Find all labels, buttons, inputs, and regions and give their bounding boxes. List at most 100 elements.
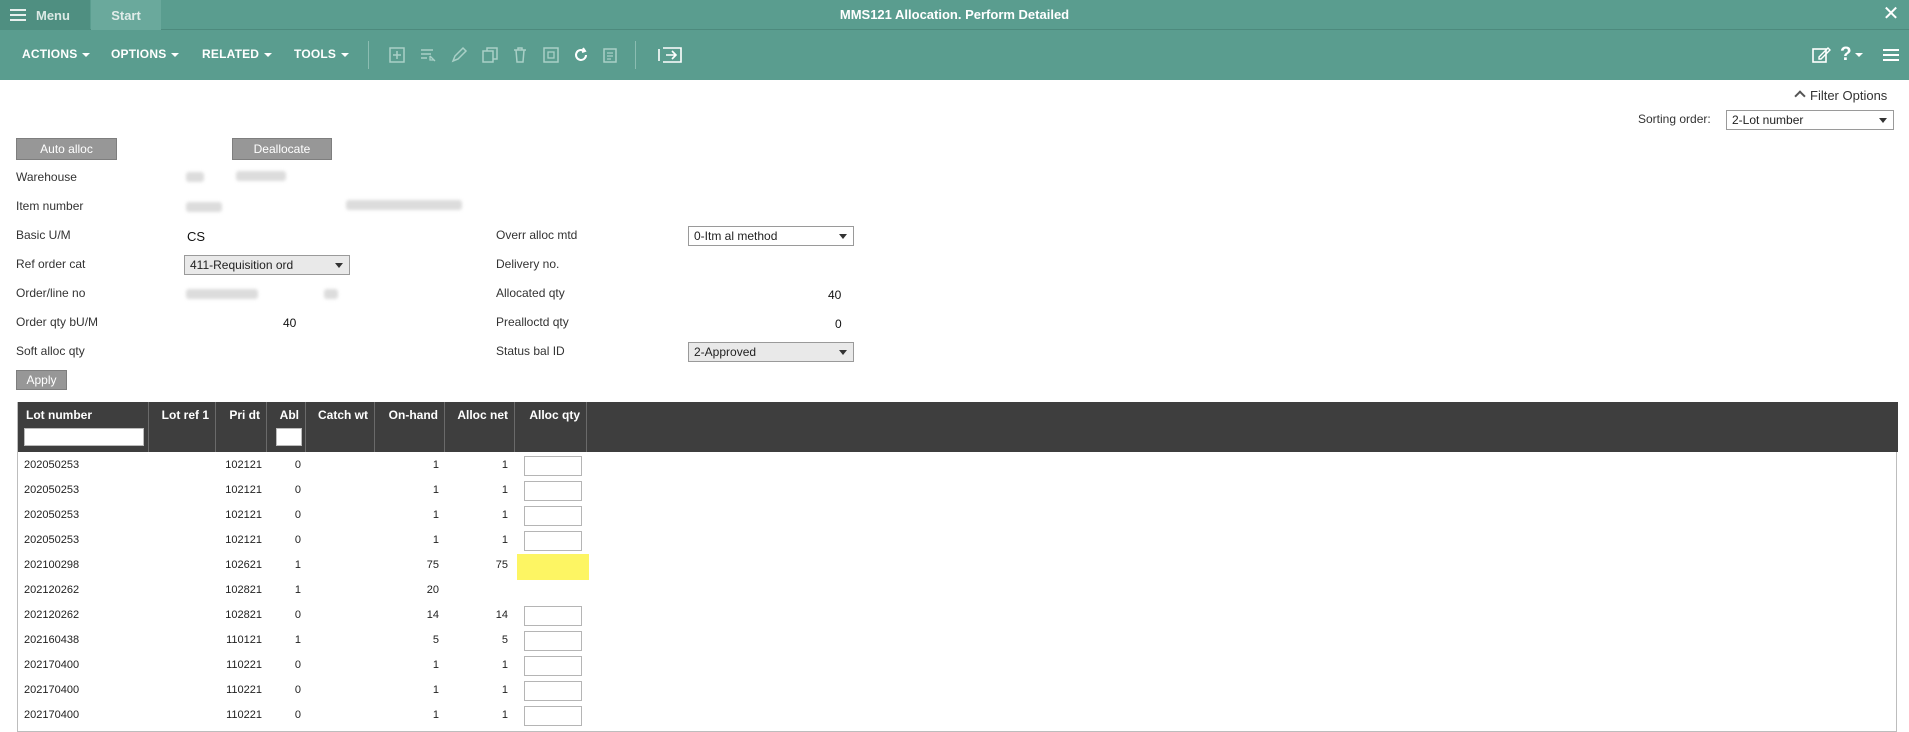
cell-alloc-net: 1 bbox=[501, 509, 508, 521]
order-qty-label: Order qty bU/M bbox=[16, 315, 99, 329]
alloc-qty-input[interactable] bbox=[524, 531, 582, 551]
cell-on-hand: 1 bbox=[432, 684, 439, 696]
table-row[interactable]: 202050253 102121 0 1 1 bbox=[18, 528, 1898, 553]
table-row[interactable]: 202170400 110221 0 1 1 bbox=[18, 653, 1898, 678]
column-alloc-qty[interactable]: Alloc qty bbox=[515, 402, 587, 452]
cell-on-hand: 1 bbox=[432, 509, 439, 521]
deallocate-button[interactable]: Deallocate bbox=[232, 138, 332, 160]
column-alloc-net[interactable]: Alloc net bbox=[445, 402, 515, 452]
tools-menu-label: TOOLS bbox=[294, 47, 337, 61]
ref-order-cat-select[interactable]: 411-Requisition ord bbox=[184, 255, 350, 275]
cell-alloc-net: 1 bbox=[501, 534, 508, 546]
redacted-value bbox=[186, 172, 204, 182]
tab-start[interactable]: Start bbox=[91, 0, 161, 30]
basic-um-value: CS bbox=[187, 229, 206, 244]
cell-on-hand: 20 bbox=[426, 584, 439, 596]
alloc-qty-input[interactable] bbox=[524, 481, 582, 501]
alloc-qty-input-active[interactable] bbox=[517, 554, 589, 580]
close-icon[interactable]: ✕ bbox=[1881, 4, 1901, 24]
cell-pri-dt: 102121 bbox=[225, 534, 262, 546]
sorting-order-value: 2-Lot number bbox=[1732, 113, 1804, 127]
help-icon[interactable]: ? bbox=[1840, 44, 1870, 66]
table-row[interactable]: 202170400 110221 0 1 1 bbox=[18, 678, 1898, 703]
apply-button[interactable]: Apply bbox=[16, 370, 67, 390]
alloc-qty-input[interactable] bbox=[524, 456, 582, 476]
cell-lot-number: 202050253 bbox=[24, 484, 80, 496]
export-icon[interactable] bbox=[657, 46, 685, 64]
delivery-label: Delivery no. bbox=[496, 257, 560, 271]
menu-label: Menu bbox=[36, 7, 70, 23]
column-on-hand[interactable]: On-hand bbox=[375, 402, 445, 452]
actions-menu[interactable]: ACTIONS bbox=[22, 47, 91, 61]
filter-options-toggle[interactable]: Filter Options bbox=[1794, 88, 1888, 103]
ref-order-cat-label: Ref order cat bbox=[16, 257, 86, 271]
ref-order-cat-value: 411-Requisition ord bbox=[190, 258, 294, 272]
tools-menu[interactable]: TOOLS bbox=[294, 47, 350, 61]
cell-abl: 1 bbox=[294, 559, 301, 571]
table-row[interactable]: 202050253 102121 0 1 1 bbox=[18, 478, 1898, 503]
sorting-order-label: Sorting order: bbox=[1638, 112, 1711, 126]
cell-alloc-net: 14 bbox=[495, 609, 508, 621]
status-bal-label: Status bal ID bbox=[496, 344, 565, 358]
related-menu[interactable]: RELATED bbox=[202, 47, 273, 61]
redacted-value bbox=[186, 202, 222, 212]
cell-pri-dt: 110121 bbox=[226, 634, 262, 646]
allocation-grid: Lot number Lot ref 1 Pri dt Abl Catch wt… bbox=[17, 402, 1898, 732]
auto-alloc-button[interactable]: Auto alloc bbox=[16, 138, 117, 160]
cell-abl: 1 bbox=[294, 634, 301, 646]
table-row[interactable]: 202050253 102121 0 1 1 bbox=[18, 453, 1898, 478]
copy-icon[interactable] bbox=[481, 46, 499, 64]
title-bar: Menu Start MMS121 Allocation. Perform De… bbox=[0, 0, 1909, 30]
table-row[interactable]: 202170400 110221 0 1 1 bbox=[18, 703, 1898, 728]
hamburger-icon bbox=[10, 9, 26, 21]
toolbar-divider bbox=[635, 41, 636, 69]
sorting-order-select[interactable]: 2-Lot number bbox=[1726, 110, 1894, 130]
alloc-qty-input[interactable] bbox=[524, 631, 582, 651]
alloc-qty-input[interactable] bbox=[524, 681, 582, 701]
column-pri-dt[interactable]: Pri dt bbox=[216, 402, 267, 452]
menu-button[interactable]: Menu bbox=[0, 0, 90, 30]
delete-icon[interactable] bbox=[511, 46, 529, 64]
lot-number-filter-input[interactable] bbox=[24, 428, 144, 446]
overr-alloc-value: 0-Itm al method bbox=[694, 229, 778, 243]
new-icon[interactable] bbox=[388, 46, 406, 64]
table-row[interactable]: 202050253 102121 0 1 1 bbox=[18, 503, 1898, 528]
more-menu-icon[interactable] bbox=[1880, 44, 1902, 66]
table-row[interactable]: 202100298 102621 1 75 75 bbox=[18, 553, 1898, 580]
redacted-value bbox=[324, 289, 338, 299]
filter-options-label: Filter Options bbox=[1810, 88, 1888, 103]
clipboard-icon[interactable] bbox=[601, 46, 619, 64]
column-lot-number[interactable]: Lot number bbox=[18, 402, 149, 452]
alloc-qty-input[interactable] bbox=[524, 706, 582, 726]
table-row[interactable]: 202120262 102821 0 14 14 bbox=[18, 603, 1898, 628]
overr-alloc-select[interactable]: 0-Itm al method bbox=[688, 226, 854, 246]
prealloc-qty-value: 0 bbox=[835, 317, 842, 331]
table-row[interactable]: 202160438 110121 1 5 5 bbox=[18, 628, 1898, 653]
refresh-icon[interactable] bbox=[572, 46, 590, 64]
abl-filter-input[interactable] bbox=[276, 428, 302, 446]
column-lot-ref[interactable]: Lot ref 1 bbox=[149, 402, 216, 452]
order-line-label: Order/line no bbox=[16, 286, 86, 300]
cell-pri-dt: 110221 bbox=[226, 684, 262, 696]
alloc-qty-input[interactable] bbox=[524, 506, 582, 526]
edit-pencil-icon[interactable] bbox=[450, 46, 468, 64]
alloc-qty-input[interactable] bbox=[524, 606, 582, 626]
cell-abl: 0 bbox=[294, 534, 301, 546]
cell-alloc-net: 1 bbox=[501, 459, 508, 471]
note-edit-icon[interactable] bbox=[1810, 44, 1832, 66]
select-list-icon[interactable] bbox=[419, 46, 437, 64]
cell-abl: 1 bbox=[294, 584, 301, 596]
status-bal-select[interactable]: 2-Approved bbox=[688, 342, 854, 362]
column-abl[interactable]: Abl bbox=[267, 402, 306, 452]
overr-alloc-label: Overr alloc mtd bbox=[496, 228, 578, 242]
column-catch-wt[interactable]: Catch wt bbox=[306, 402, 375, 452]
cell-lot-number: 202170400 bbox=[24, 684, 80, 696]
cell-alloc-net: 1 bbox=[501, 709, 508, 721]
cell-lot-number: 202050253 bbox=[24, 459, 80, 471]
alloc-qty-input[interactable] bbox=[524, 656, 582, 676]
display-icon[interactable] bbox=[542, 46, 560, 64]
cell-alloc-net: 1 bbox=[501, 484, 508, 496]
cell-lot-number: 202120262 bbox=[24, 584, 80, 596]
options-menu[interactable]: OPTIONS bbox=[111, 47, 180, 61]
table-row[interactable]: 202120262 102821 1 20 bbox=[18, 578, 1898, 603]
